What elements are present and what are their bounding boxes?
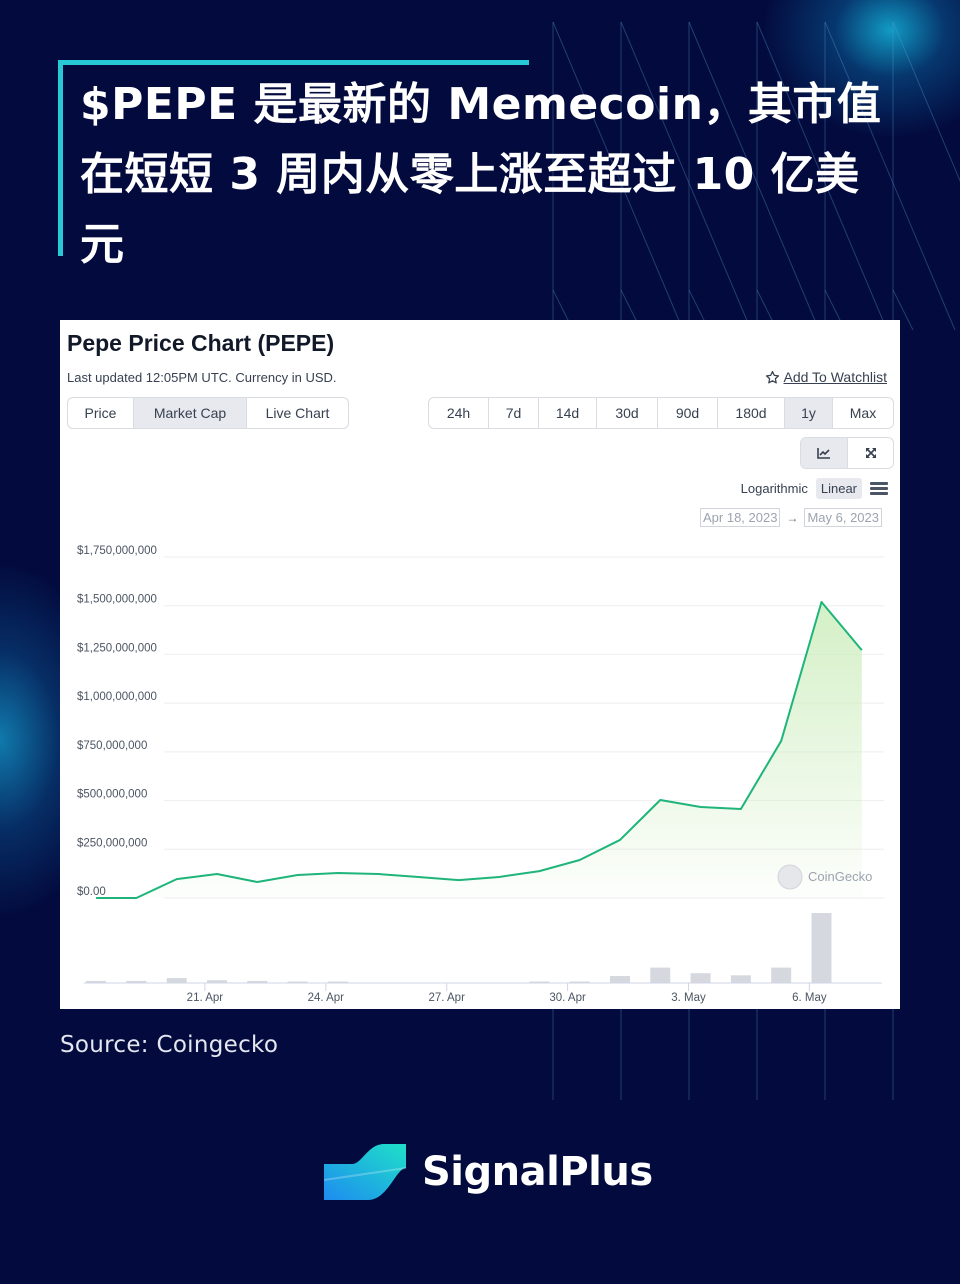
scale-linear[interactable]: Linear xyxy=(815,478,862,499)
x-tick-label: 21. Apr xyxy=(187,992,224,1004)
range-30d[interactable]: 30d xyxy=(597,398,658,428)
chart-type-tabs: Price Market Cap Live Chart xyxy=(67,397,349,429)
range-24h[interactable]: 24h xyxy=(429,398,489,428)
volume-bar xyxy=(811,913,832,983)
x-tick-label: 30. Apr xyxy=(549,992,586,1004)
headline-accent-bar-top xyxy=(58,60,529,65)
y-tick-label: $1,500,000,000 xyxy=(77,594,157,606)
x-tick-label: 27. Apr xyxy=(428,992,465,1004)
line-chart-button[interactable] xyxy=(801,438,848,468)
x-tick-label: 24. Apr xyxy=(308,992,345,1004)
chart-view-buttons xyxy=(800,437,894,469)
volume-bar xyxy=(690,973,711,983)
y-tick-label: $750,000,000 xyxy=(77,740,147,752)
range-180d[interactable]: 180d xyxy=(718,398,785,428)
bg-diagonal-line xyxy=(892,21,960,183)
tab-market-cap[interactable]: Market Cap xyxy=(134,398,247,428)
y-tick-label: $0.00 xyxy=(77,886,106,898)
scale-toggle: Logarithmic Linear xyxy=(741,478,888,499)
headline: $PEPE 是最新的 Memecoin，其市值在短短 3 周内从零上涨至超过 1… xyxy=(80,79,882,270)
range-90d[interactable]: 90d xyxy=(658,398,718,428)
volume-bar xyxy=(166,978,187,983)
y-tick-label: $1,750,000,000 xyxy=(77,545,157,557)
watchlist-label: Add To Watchlist xyxy=(783,369,888,385)
last-updated-text: Last updated 12:05PM UTC. Currency in US… xyxy=(67,370,337,385)
time-range-tabs: 24h 7d 14d 30d 90d 180d 1y Max xyxy=(428,397,894,429)
range-1y[interactable]: 1y xyxy=(785,398,833,428)
signalplus-logo: SignalPlus xyxy=(322,1140,653,1204)
scale-logarithmic[interactable]: Logarithmic xyxy=(741,481,808,496)
date-from-input[interactable]: Apr 18, 2023 xyxy=(700,508,781,527)
chart-menu-icon[interactable] xyxy=(870,482,888,495)
fullscreen-icon xyxy=(865,448,876,458)
y-tick-label: $500,000,000 xyxy=(77,789,147,801)
arrow-right-icon: → xyxy=(786,510,799,525)
brand-name: SignalPlus xyxy=(422,1149,653,1195)
x-tick-label: 6. May xyxy=(792,992,827,1004)
fullscreen-button[interactable] xyxy=(848,438,893,468)
chart-card: $0.00 $250,000,000 $500,000,000 $750,000,00… xyxy=(60,320,900,1009)
tab-price[interactable]: Price xyxy=(68,398,134,428)
range-max[interactable]: Max xyxy=(833,398,893,428)
y-tick-label: $1,250,000,000 xyxy=(77,642,157,654)
market-cap-area xyxy=(96,602,862,898)
date-to-input[interactable]: May 6, 2023 xyxy=(804,508,882,527)
range-14d[interactable]: 14d xyxy=(539,398,597,428)
volume-bar xyxy=(609,976,630,983)
volume-bar xyxy=(650,967,671,983)
date-range: Apr 18, 2023 → May 6, 2023 xyxy=(700,508,882,527)
volume-bar xyxy=(771,967,792,983)
chart-title: Pepe Price Chart (PEPE) xyxy=(67,330,335,356)
add-to-watchlist-link[interactable]: Add To Watchlist xyxy=(765,369,888,385)
source-caption: Source: Coingecko xyxy=(60,1032,279,1058)
signalplus-logo-icon xyxy=(323,1144,407,1200)
star-icon xyxy=(765,370,779,383)
volume-bar xyxy=(730,975,751,983)
tab-live-chart[interactable]: Live Chart xyxy=(247,398,348,428)
headline-accent-bar-left xyxy=(58,60,63,256)
y-tick-label: $1,000,000,000 xyxy=(77,691,157,703)
coingecko-logo-icon xyxy=(777,864,803,890)
line-chart-icon xyxy=(817,448,830,459)
y-tick-label: $250,000,000 xyxy=(77,837,147,849)
range-7d[interactable]: 7d xyxy=(489,398,539,428)
x-tick-label: 3. May xyxy=(671,992,706,1004)
coingecko-watermark-text: CoinGecko xyxy=(808,869,872,884)
